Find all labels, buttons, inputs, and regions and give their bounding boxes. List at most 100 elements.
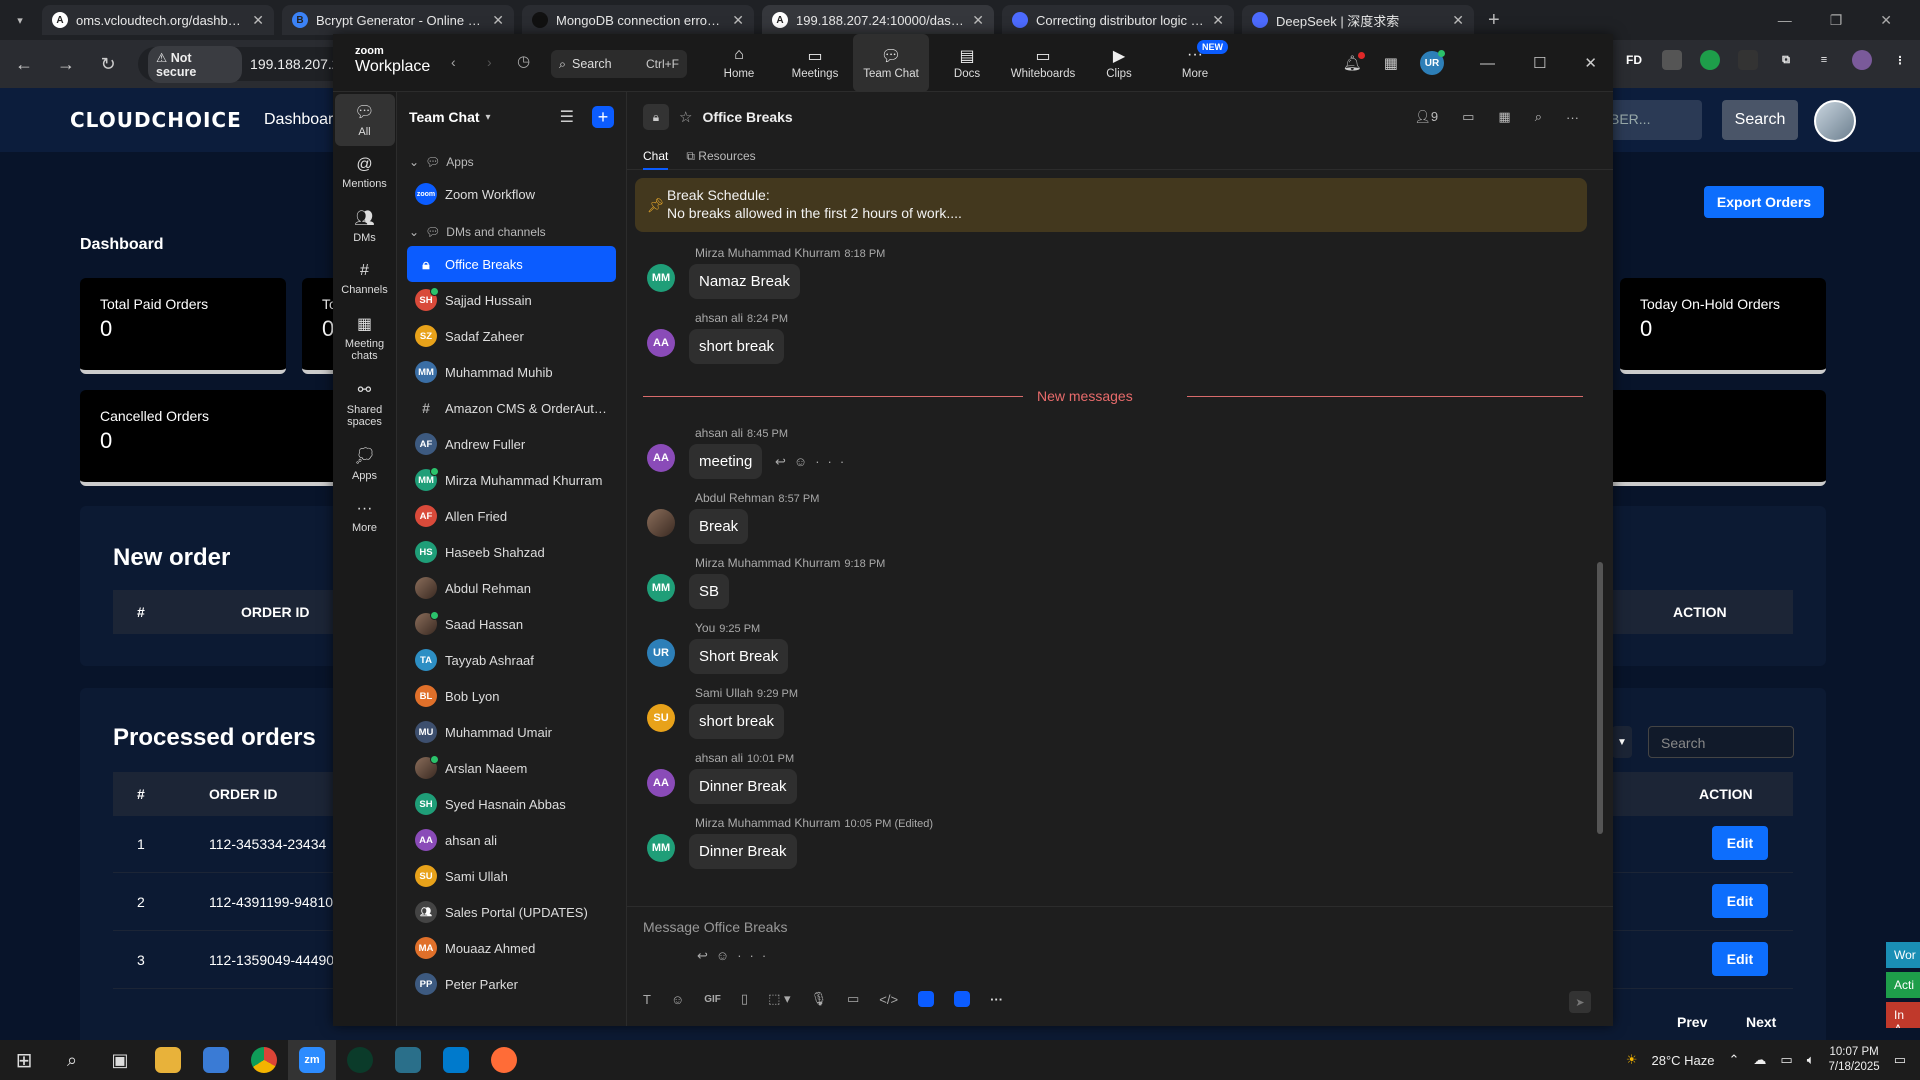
send-icon[interactable]: ➤	[1569, 991, 1591, 1013]
rail-all[interactable]: 💬︎ All	[334, 94, 395, 146]
close-icon[interactable]: ✕	[1880, 12, 1892, 29]
apps-group-toggle[interactable]: ⌄ 💬︎ Apps	[397, 148, 626, 176]
vscode-icon[interactable]	[432, 1040, 480, 1080]
mongodb-compass-icon[interactable]	[336, 1040, 384, 1080]
browser-tab[interactable]: MongoDB connection error fix ✕	[522, 5, 754, 35]
more-icon[interactable]: ···	[815, 454, 852, 469]
video-call-icon[interactable]: ▭	[1462, 109, 1474, 125]
zoom-search-box[interactable]: ⌕ Search Ctrl+F	[551, 50, 687, 78]
screenshot-icon[interactable]: ⬚ ▾	[768, 991, 790, 1007]
gif-icon[interactable]: GIF	[704, 994, 721, 1005]
extension-icon[interactable]	[1738, 50, 1758, 70]
network-icon[interactable]: ▭	[1780, 1052, 1792, 1068]
channel-item[interactable]: PP Peter Parker	[407, 966, 616, 1002]
reload-icon[interactable]: ↻	[96, 54, 120, 75]
app-item[interactable]: zoom Zoom Workflow	[407, 176, 616, 212]
message[interactable]: Abdul Rehman 8:57 PM Break	[627, 487, 1597, 552]
channel-item[interactable]: MM Muhammad Muhib	[407, 354, 616, 390]
tab-team-chat[interactable]: 💬︎ Team Chat	[853, 34, 929, 92]
browser-tab[interactable]: Correcting distributor logic in Je ✕	[1002, 5, 1234, 35]
channel-item[interactable]: 🔒︎ Office Breaks	[407, 246, 616, 282]
channel-item[interactable]: Arslan Naeem	[407, 750, 616, 786]
message[interactable]: AA ahsan ali 8:45 PM meeting ↩☺···	[627, 422, 1597, 487]
file-icon[interactable]: ▯	[741, 991, 748, 1007]
browser-tab[interactable]: DeepSeek | 深度求索 ✕	[1242, 5, 1474, 35]
order-search-input[interactable]: BER...	[1600, 100, 1702, 140]
minimize-icon[interactable]: —	[1778, 12, 1792, 28]
browser-menu-icon[interactable]: ⋮	[1890, 50, 1910, 70]
message[interactable]: UR You 9:25 PM Short Break	[627, 617, 1597, 682]
new-tab-plus-icon[interactable]: +	[1488, 9, 1500, 32]
tab-meetings[interactable]: ▭ Meetings	[777, 34, 853, 92]
zoom-back-icon[interactable]: ‹	[451, 54, 456, 70]
dms-group-toggle[interactable]: ⌄ 💬︎ DMs and channels	[397, 218, 626, 246]
tab-chat[interactable]: Chat	[643, 142, 669, 170]
store-icon[interactable]	[192, 1040, 240, 1080]
channel-item[interactable]: HS Haseeb Shahzad	[407, 534, 616, 570]
rail-meeting-chats[interactable]: ▦ Meeting chats	[335, 306, 395, 370]
maximize-icon[interactable]: ☐	[1533, 54, 1546, 72]
postman-icon[interactable]	[480, 1040, 528, 1080]
rail-channels[interactable]: # Channels	[335, 254, 395, 304]
format-text-icon[interactable]: T	[643, 992, 651, 1007]
fd-extension-icon[interactable]: FD	[1624, 50, 1644, 70]
search-icon[interactable]: ⌕	[1535, 109, 1542, 125]
clock[interactable]: 10:07 PM 7/18/2025	[1829, 1045, 1880, 1075]
puzzle-extensions-icon[interactable]: ⧉	[1776, 50, 1796, 70]
minimize-icon[interactable]: —	[1480, 55, 1495, 72]
tab-close-icon[interactable]: ✕	[1212, 12, 1224, 29]
user-avatar[interactable]	[1814, 100, 1856, 142]
tab-close-icon[interactable]: ✕	[1452, 12, 1464, 29]
channel-item[interactable]: MM Mirza Muhammad Khurram	[407, 462, 616, 498]
weather-text[interactable]: 28°C Haze	[1652, 1053, 1715, 1068]
app-integration-icon[interactable]	[918, 991, 935, 1007]
rail-mentions[interactable]: @ Mentions	[335, 148, 395, 198]
channel-item[interactable]: BL Bob Lyon	[407, 678, 616, 714]
not-secure-badge[interactable]: ⚠ Not secure	[148, 45, 243, 83]
tab-close-icon[interactable]: ✕	[492, 12, 504, 29]
edit-button[interactable]: Edit	[1712, 884, 1768, 918]
channel-item[interactable]: SH Syed Hasnain Abbas	[407, 786, 616, 822]
message[interactable]: MM Mirza Muhammad Khurram 9:18 PM SB	[627, 552, 1597, 617]
side-status-tag[interactable]: Acti	[1886, 972, 1920, 998]
green-extension-icon[interactable]	[1700, 50, 1720, 70]
zoom-forward-icon[interactable]: ›	[487, 54, 492, 70]
channel-item[interactable]: AA ahsan ali	[407, 822, 616, 858]
pinned-message[interactable]: 📌︎ Break Schedule: No breaks allowed in …	[635, 178, 1587, 232]
tab-docs[interactable]: ▤ Docs	[929, 34, 1005, 92]
tab-whiteboards[interactable]: ▭ Whiteboards	[1005, 34, 1081, 92]
members-button[interactable]: 👤︎9	[1414, 109, 1438, 125]
channel-item[interactable]: SH Sajjad Hussain	[407, 282, 616, 318]
channel-item[interactable]: SU Sami Ullah	[407, 858, 616, 894]
chrome-icon[interactable]	[240, 1040, 288, 1080]
compose-plus-icon[interactable]: +	[592, 106, 614, 128]
message[interactable]: AA ahsan ali 8:24 PM short break	[627, 307, 1597, 372]
side-status-tag[interactable]: In A	[1886, 1002, 1920, 1028]
cloudchoice-logo[interactable]: CLOUDCHOICE	[70, 108, 242, 132]
tab-close-icon[interactable]: ✕	[252, 12, 264, 29]
browser-tab[interactable]: B Bcrypt Generator - Online Hash ✕	[282, 5, 514, 35]
back-arrow-icon[interactable]: ←	[12, 54, 36, 75]
channel-item[interactable]: 👥︎ Sales Portal (UPDATES)	[407, 894, 616, 930]
microphone-icon[interactable]: 🎙︎	[810, 991, 827, 1007]
media-control-icon[interactable]: ≡	[1814, 50, 1834, 70]
page-size-select[interactable]: ▼	[1612, 726, 1632, 758]
code-snippet-icon[interactable]: </>	[879, 992, 898, 1007]
search-button[interactable]: Search	[1722, 100, 1798, 140]
message[interactable]: SU Sami Ullah 9:29 PM short break	[627, 682, 1597, 747]
rail-apps[interactable]: 💭︎ Apps	[335, 438, 395, 490]
chat-scrollbar[interactable]	[1597, 562, 1603, 834]
message[interactable]: MM Mirza Muhammad Khurram 10:05 PM (Edited…	[627, 812, 1597, 877]
notification-center-icon[interactable]: ▭	[1894, 1052, 1906, 1068]
message-input[interactable]: Message Office Breaks	[643, 919, 787, 935]
user-avatar-icon[interactable]: UR	[1419, 50, 1445, 75]
tab-search-chevron-icon[interactable]: ▾	[8, 8, 32, 32]
tab-close-icon[interactable]: ✕	[732, 12, 744, 29]
message[interactable]: AA ahsan ali 10:01 PM Dinner Break	[627, 747, 1597, 812]
close-icon[interactable]: ✕	[1584, 54, 1597, 72]
chevron-down-icon[interactable]: ▾	[486, 112, 491, 123]
channel-title[interactable]: Office Breaks	[702, 109, 792, 125]
channel-item[interactable]: Saad Hassan	[407, 606, 616, 642]
edit-button[interactable]: Edit	[1712, 942, 1768, 976]
windows-start-icon[interactable]: ⊞	[0, 1040, 48, 1080]
